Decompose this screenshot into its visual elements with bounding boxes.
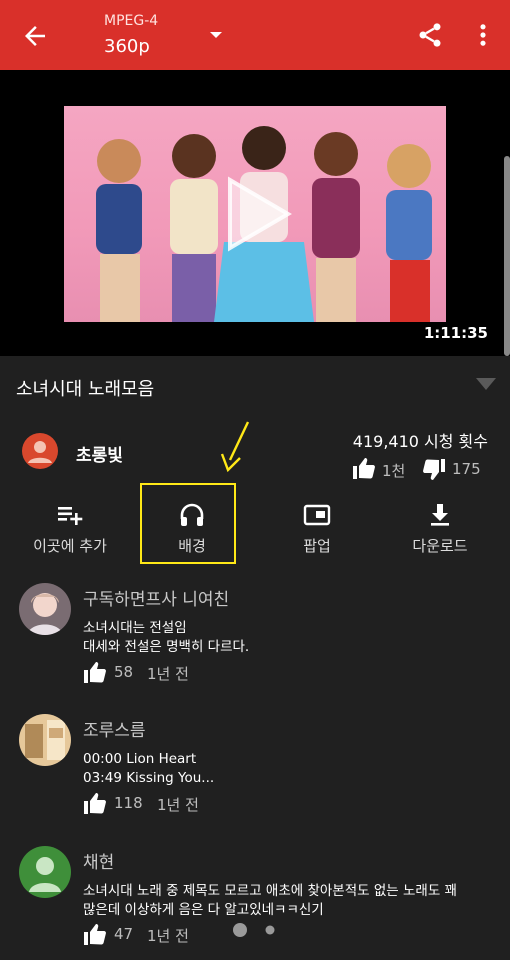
channel-avatar[interactable] (22, 433, 58, 469)
comment-text: 소녀시대는 전설임 대세와 전설은 명백히 다르다. (83, 619, 249, 657)
page-indicator (233, 923, 275, 937)
commenter-avatar[interactable] (19, 583, 71, 635)
comment-line: 소녀시대 노래 중 제목도 모르고 애초에 찾아본적도 없는 노래도 꽤 (83, 883, 457, 899)
scrollbar[interactable] (504, 156, 510, 356)
app-bar: MPEG-4 360p (0, 0, 510, 70)
video-thumbnail[interactable] (64, 106, 446, 322)
comment-text: 소녀시대 노래 중 제목도 모르고 애초에 찾아본적도 없는 노래도 꽤 많은데… (83, 882, 457, 920)
view-count: 419,410 시청 횟수 (352, 432, 488, 451)
popup-player-label: 팝업 (303, 537, 331, 555)
comment-like-count: 58 (114, 663, 134, 681)
annotation-arrow-icon (220, 421, 250, 473)
thumbs-up-icon[interactable] (83, 661, 107, 683)
thumbs-down-icon[interactable] (422, 459, 446, 481)
commenter-avatar[interactable] (19, 846, 71, 898)
comment-line: 소녀시대는 전설임 (83, 620, 187, 636)
back-arrow-icon[interactable] (20, 21, 50, 51)
video-title: 소녀시대 노래모음 (16, 379, 155, 400)
download-label: 다운로드 (412, 537, 468, 555)
thumbs-up-icon[interactable] (83, 923, 107, 945)
format-label: MPEG-4 (104, 13, 159, 29)
more-options-icon[interactable] (474, 21, 492, 49)
dislike-count: 175 (452, 460, 481, 478)
play-icon[interactable] (224, 174, 294, 254)
thumbs-up-icon[interactable] (352, 457, 376, 479)
comment-author[interactable]: 채현 (83, 848, 114, 873)
video-duration: 1:11:35 (423, 324, 488, 342)
add-to-playlist-label: 이곳에 추가 (33, 537, 107, 555)
download-button[interactable]: 다운로드 (385, 497, 495, 557)
share-icon[interactable] (416, 21, 444, 49)
dropdown-arrow-icon[interactable] (208, 27, 224, 43)
popup-player-button[interactable]: 팝업 (262, 497, 372, 557)
popup-icon (303, 504, 331, 526)
playlist-add-icon (58, 507, 83, 525)
comment-author[interactable]: 조루스름 (83, 716, 146, 741)
comment-line: 03:49 Kissing You... (83, 770, 215, 786)
comment-like-count: 118 (114, 794, 143, 812)
comment-time: 1년 전 (147, 665, 189, 683)
add-to-playlist-button[interactable]: 이곳에 추가 (15, 497, 125, 557)
comment-line: 많은데 이상하게 음은 다 알고있네ㅋㅋ신기 (83, 902, 324, 918)
commenter-avatar[interactable] (19, 714, 71, 766)
comment-author[interactable]: 구독하면프사 니여친 (83, 585, 229, 610)
comment-like-count: 47 (114, 925, 134, 943)
expand-description-icon[interactable] (476, 378, 496, 390)
video-player[interactable]: 1:11:35 (0, 70, 510, 356)
comment-line: 00:00 Lion Heart (83, 751, 197, 767)
highlight-box (140, 483, 236, 564)
comment-line: 대세와 전설은 명백히 다르다. (83, 639, 250, 655)
comment-text: 00:00 Lion Heart 03:49 Kissing You... (83, 750, 214, 788)
thumbs-up-icon[interactable] (83, 792, 107, 814)
download-icon (431, 504, 449, 526)
comment-time: 1년 전 (157, 796, 199, 814)
comment-time: 1년 전 (147, 927, 189, 945)
channel-name[interactable]: 초롱빛 (76, 441, 123, 466)
resolution-label[interactable]: 360p (104, 36, 150, 57)
like-count: 1천 (382, 462, 406, 480)
